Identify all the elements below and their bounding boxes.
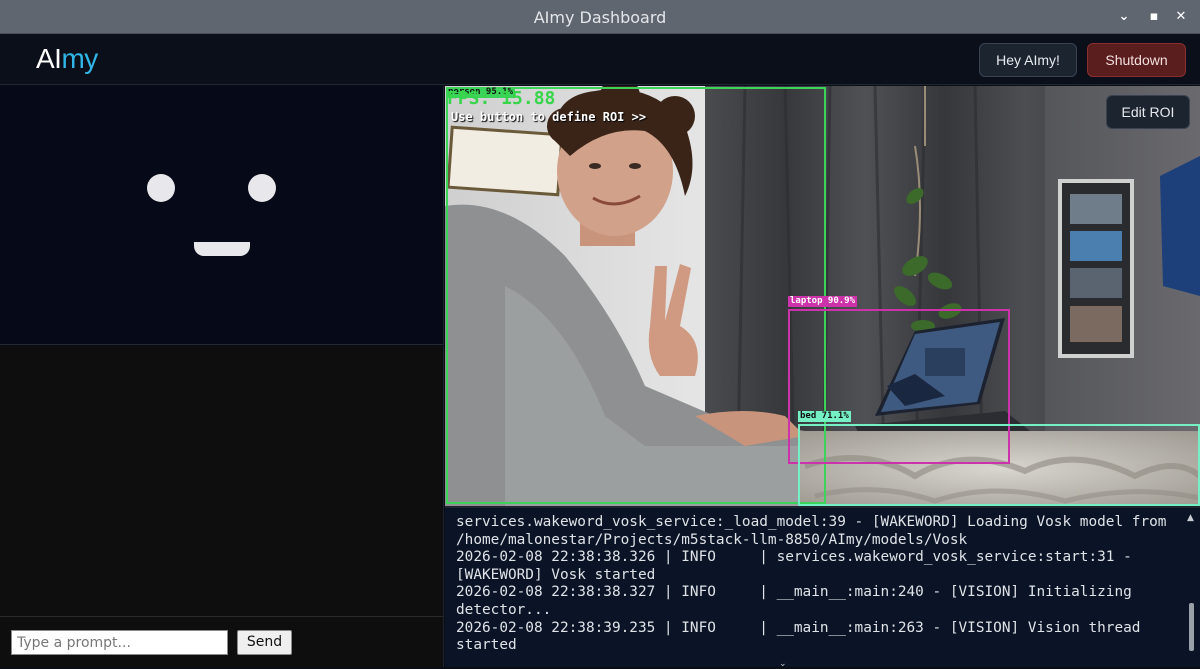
- window-title: AImy Dashboard: [533, 8, 667, 27]
- detection-label-bed: bed 71.1%: [798, 411, 851, 422]
- log-line: 2026-02-08 22:38:39.235 | INFO | __main_…: [456, 619, 1150, 654]
- scroll-up-icon[interactable]: ▲: [1187, 513, 1194, 523]
- face-display: [0, 86, 444, 345]
- right-eye: [248, 174, 276, 202]
- maximize-icon[interactable]: ▪: [1144, 7, 1164, 27]
- scroll-down-icon[interactable]: ⌄: [779, 659, 787, 669]
- app-header: AImy Hey AImy! Shutdown: [0, 34, 1200, 85]
- mouth-smile: [194, 242, 250, 256]
- send-button[interactable]: Send: [237, 630, 292, 655]
- fps-counter: FPS: 15.88: [447, 88, 556, 109]
- shutdown-button[interactable]: Shutdown: [1087, 43, 1186, 77]
- log-console[interactable]: services.wakeword_vosk_service:_load_mod…: [445, 506, 1200, 667]
- edit-roi-button[interactable]: Edit ROI: [1106, 95, 1190, 129]
- detection-label-laptop: laptop 90.9%: [788, 296, 858, 307]
- log-line: services.wakeword_vosk_service:_load_mod…: [456, 514, 1176, 548]
- logo-suffix: my: [61, 43, 98, 74]
- detection-box-person: [446, 87, 826, 504]
- detection-box-bed: [798, 424, 1200, 506]
- log-scrollbar-thumb[interactable]: [1189, 603, 1194, 651]
- prompt-input[interactable]: [11, 630, 228, 655]
- app-logo: AImy: [36, 43, 98, 75]
- minimize-icon[interactable]: ⌄: [1114, 7, 1134, 27]
- log-line: 2026-02-08 22:38:38.326 | INFO | service…: [456, 549, 1141, 583]
- window-titlebar[interactable]: AImy Dashboard ⌄ ▪ ✕: [0, 0, 1200, 34]
- log-line: 2026-02-08 22:38:38.327 | INFO | __main_…: [456, 584, 1141, 618]
- chat-history: [0, 346, 444, 616]
- logo-prefix: AI: [36, 43, 62, 74]
- roi-hint: Use button to define ROI >>: [451, 110, 647, 124]
- close-icon[interactable]: ✕: [1171, 7, 1191, 27]
- left-eye: [147, 174, 175, 202]
- camera-feed: person 95.1% laptop 90.9% bed 71.1% FPS:…: [445, 86, 1200, 506]
- prompt-bar: Send: [0, 616, 444, 667]
- hey-aimy-button[interactable]: Hey AImy!: [979, 43, 1077, 77]
